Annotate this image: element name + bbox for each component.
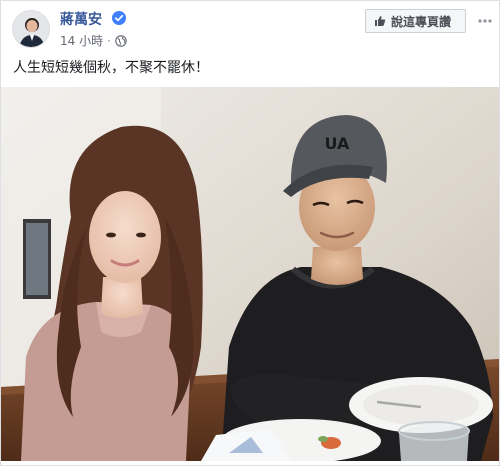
photo-illustration: UA	[1, 87, 499, 461]
author-avatar[interactable]	[12, 10, 50, 48]
post-timestamp[interactable]: 14 小時	[60, 32, 103, 49]
avatar-image	[13, 11, 49, 47]
svg-text:UA: UA	[325, 134, 351, 153]
post-card: 蔣萬安 14 小時 · 說這專頁讚 人生短短幾個秋，不聚不罷休！ UA	[0, 0, 500, 466]
more-options-icon	[478, 19, 492, 23]
post-text: 人生短短幾個秋，不聚不罷休！	[13, 60, 209, 76]
thumbs-up-icon	[375, 16, 386, 26]
verified-badge-icon	[112, 11, 126, 25]
author-name[interactable]: 蔣萬安	[60, 9, 102, 29]
post-photo[interactable]: UA	[1, 87, 499, 461]
like-page-button[interactable]: 說這專頁讚	[365, 9, 466, 33]
post-meta: 14 小時 ·	[60, 32, 127, 49]
more-options-button[interactable]	[477, 13, 493, 29]
meta-separator: ·	[107, 33, 111, 48]
globe-icon[interactable]	[115, 34, 127, 47]
like-page-label: 說這專頁讚	[391, 14, 452, 29]
